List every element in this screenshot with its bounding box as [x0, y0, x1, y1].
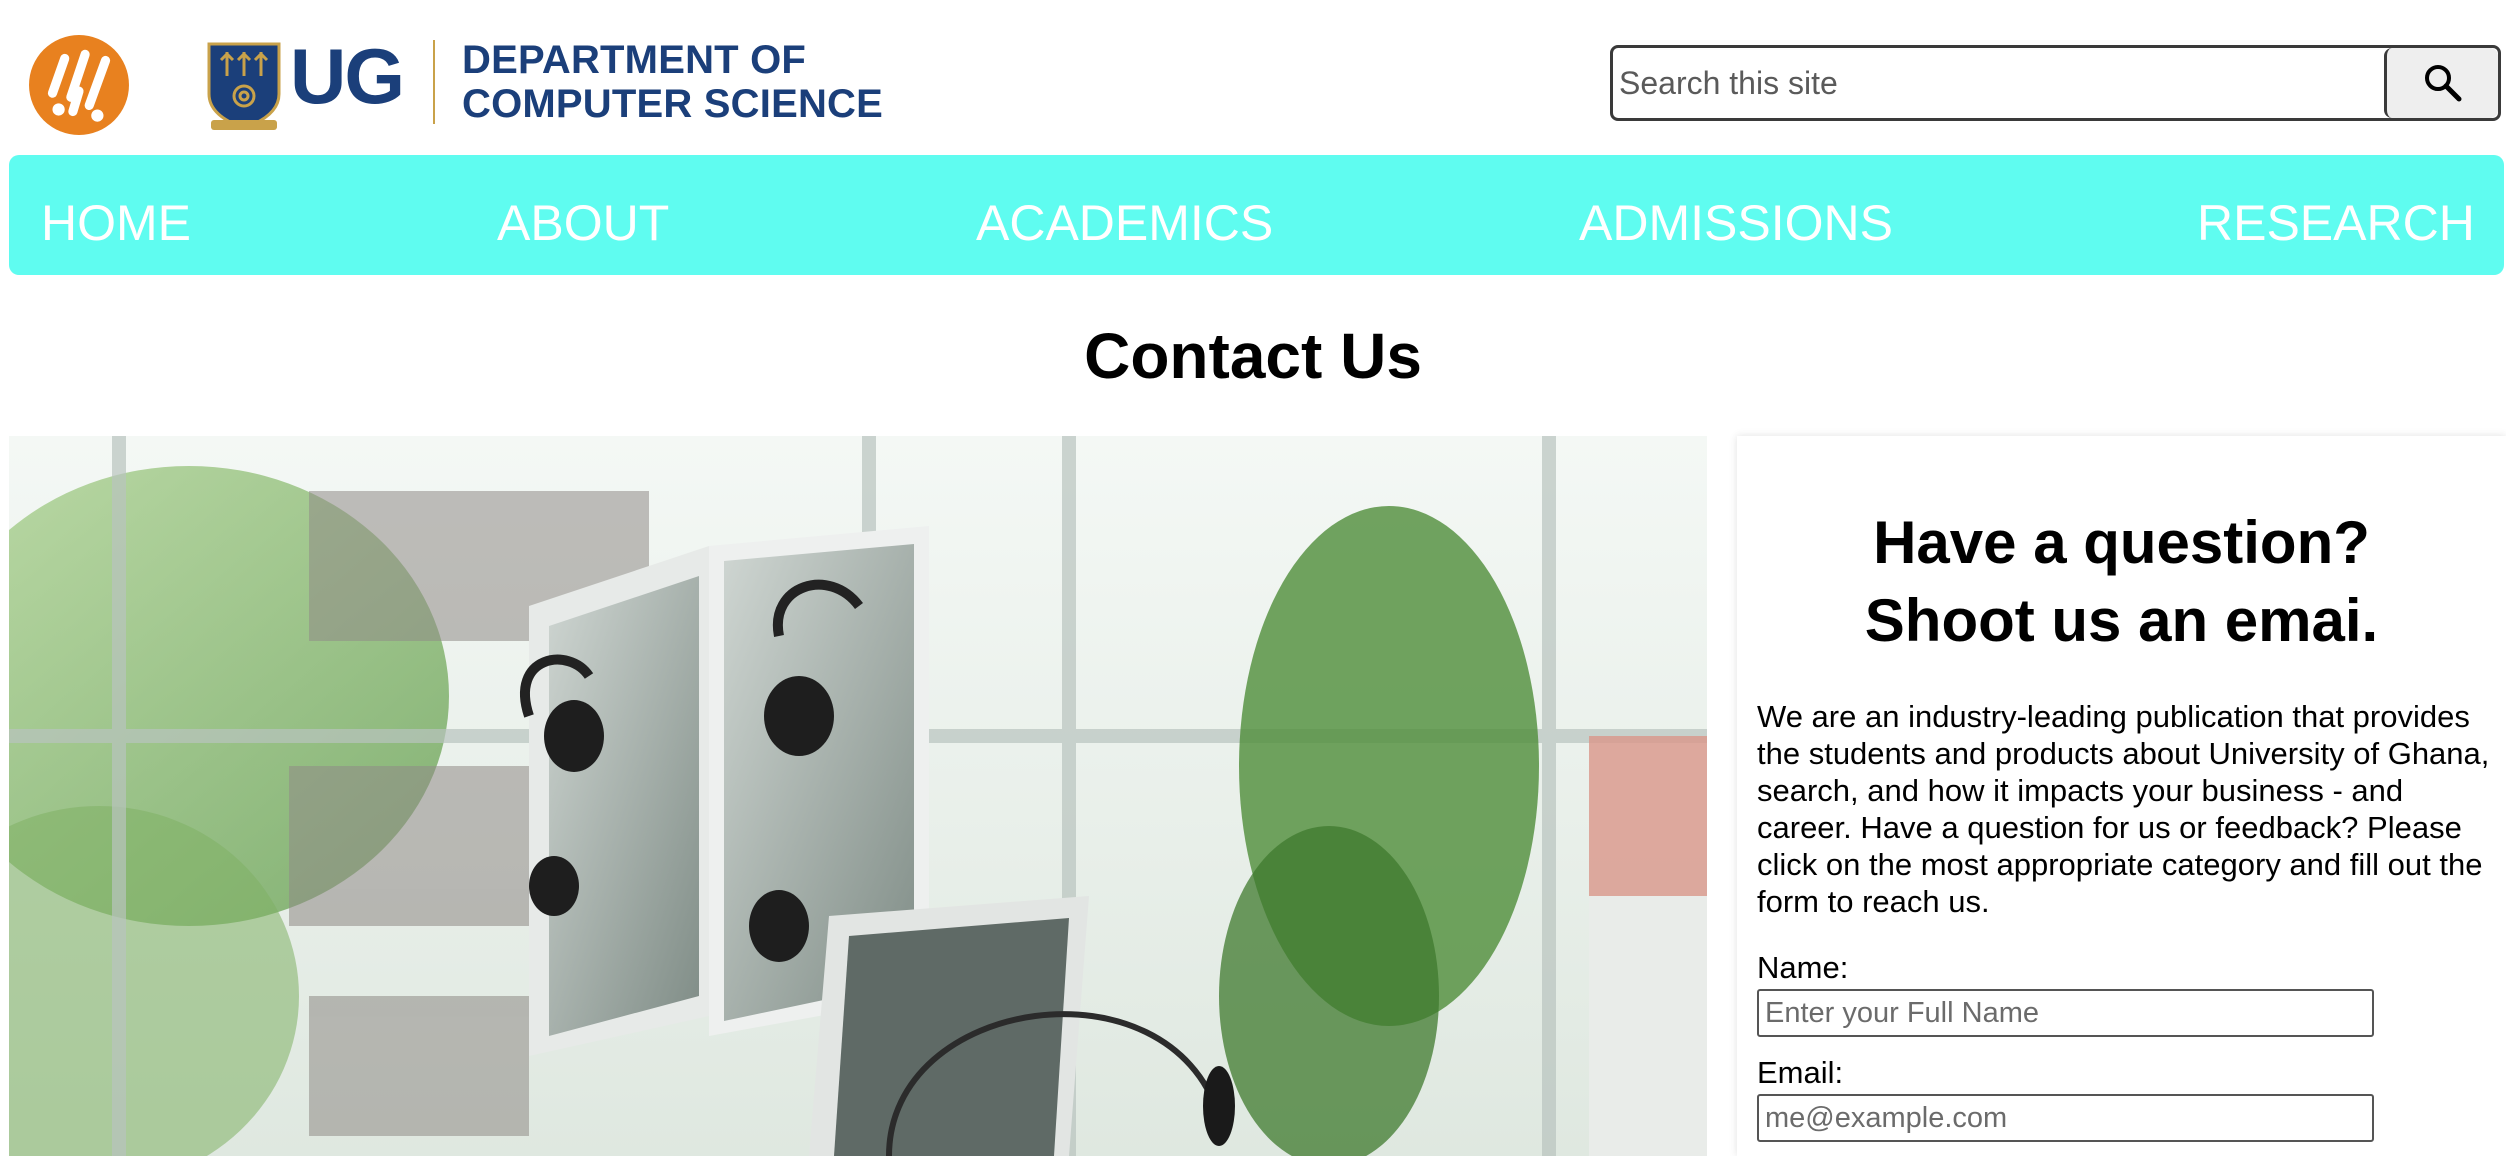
- hero-image: [9, 436, 1707, 1156]
- nav-item-home[interactable]: HOME: [41, 195, 191, 251]
- site-header: UG DEPARTMENT OF COMPUTER SCIENCE: [0, 0, 2506, 155]
- contact-heading-line1: Have a question?: [1873, 509, 2370, 576]
- ug-wordmark: UG: [290, 32, 405, 120]
- email-label: Email:: [1757, 1055, 1844, 1090]
- nav-item-academics[interactable]: ACADEMICS: [976, 195, 1273, 251]
- search-button[interactable]: [2384, 48, 2498, 118]
- orange-circle-logo-icon[interactable]: [28, 34, 130, 136]
- nav-item-admissions[interactable]: ADMISSIONS: [1579, 195, 1893, 251]
- name-field[interactable]: [1757, 989, 2374, 1037]
- department-name[interactable]: DEPARTMENT OF COMPUTER SCIENCE: [462, 38, 883, 126]
- search-input[interactable]: [1613, 48, 2389, 118]
- main-navigation: HOME ABOUT ACADEMICS ADMISSIONS RESEARCH: [9, 155, 2504, 275]
- name-label: Name:: [1757, 950, 1849, 985]
- page-title: Contact Us: [1084, 320, 1422, 392]
- department-name-line1: DEPARTMENT OF: [462, 38, 807, 82]
- nav-item-research[interactable]: RESEARCH: [2197, 195, 2475, 251]
- contact-intro-text: We are an industry-leading publication t…: [1757, 699, 2490, 919]
- contact-card: Have a question? Shoot us an emai. We ar…: [1737, 436, 2506, 1156]
- ug-crest-icon: [207, 42, 281, 130]
- email-field[interactable]: [1757, 1094, 2374, 1142]
- contact-heading: Have a question? Shoot us an emai.: [1737, 504, 2506, 660]
- site-search: [1610, 45, 2501, 121]
- brand-divider: [433, 40, 435, 124]
- contact-heading-line2: Shoot us an emai.: [1864, 587, 2379, 654]
- department-name-line2: COMPUTER SCIENCE: [462, 82, 884, 126]
- nav-item-about[interactable]: ABOUT: [497, 195, 669, 251]
- office-workspace-photo: [9, 436, 1707, 1156]
- search-icon: [2424, 65, 2461, 102]
